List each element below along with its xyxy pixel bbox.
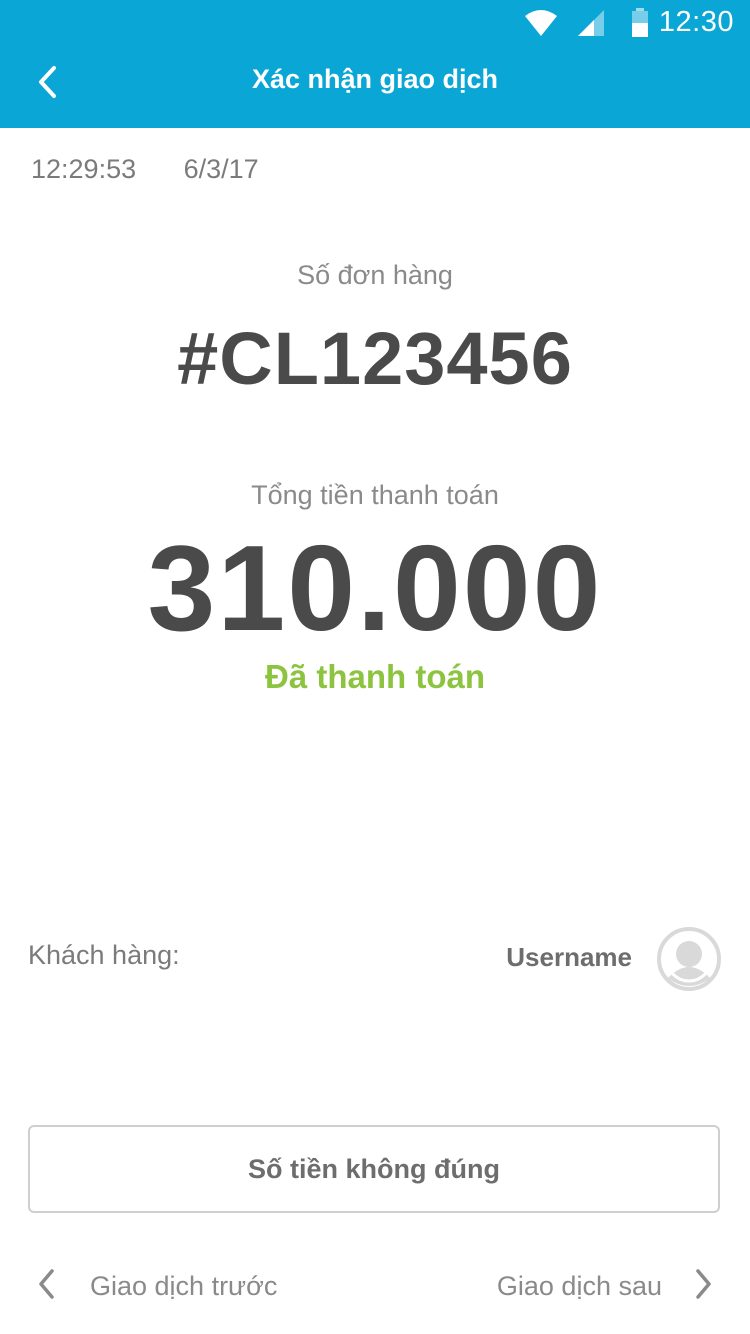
order-number-label: Số đơn hàng [297,260,453,290]
wifi-icon [524,8,558,43]
status-bar: 12:30 [0,0,750,46]
battery-icon [630,8,650,43]
chevron-right-icon [692,1268,714,1305]
page-title: Xác nhận giao dịch [251,64,499,94]
order-number: #CL123456 [177,317,573,400]
total-label: Tổng tiền thanh toán [251,480,499,510]
status-clock: 12:30 [658,6,734,38]
header: 12:30 Xác nhận giao dịch [0,0,750,128]
transaction-confirmation-screen: 12:30 Xác nhận giao dịch 12:29:53 6/3/17… [0,0,750,1334]
app-bar: Xác nhận giao dịch [0,46,750,128]
previous-transaction-button[interactable]: Giao dịch trước [36,1256,277,1316]
transaction-timestamp: 12:29:53 6/3/17 [31,154,259,185]
customer-name: Username [506,942,632,972]
transaction-date: 6/3/17 [183,154,259,184]
customer-label: Khách hàng: [28,940,180,970]
next-transaction-button[interactable]: Giao dịch sau [497,1256,714,1316]
customer-row: Khách hàng: Username [0,922,750,992]
total-amount: 310.000 [147,520,603,656]
user-avatar-icon [656,926,722,992]
chevron-left-icon [36,1268,58,1305]
wrong-amount-button[interactable]: Số tiền không đúng [28,1125,720,1213]
signal-icon [576,8,606,43]
payment-status-badge: Đã thanh toán [265,658,485,695]
transaction-navigation: Giao dịch trước Giao dịch sau [0,1256,750,1316]
previous-transaction-label: Giao dịch trước [90,1270,278,1301]
next-transaction-label: Giao dịch sau [496,1270,662,1301]
transaction-time: 12:29:53 [31,154,137,184]
